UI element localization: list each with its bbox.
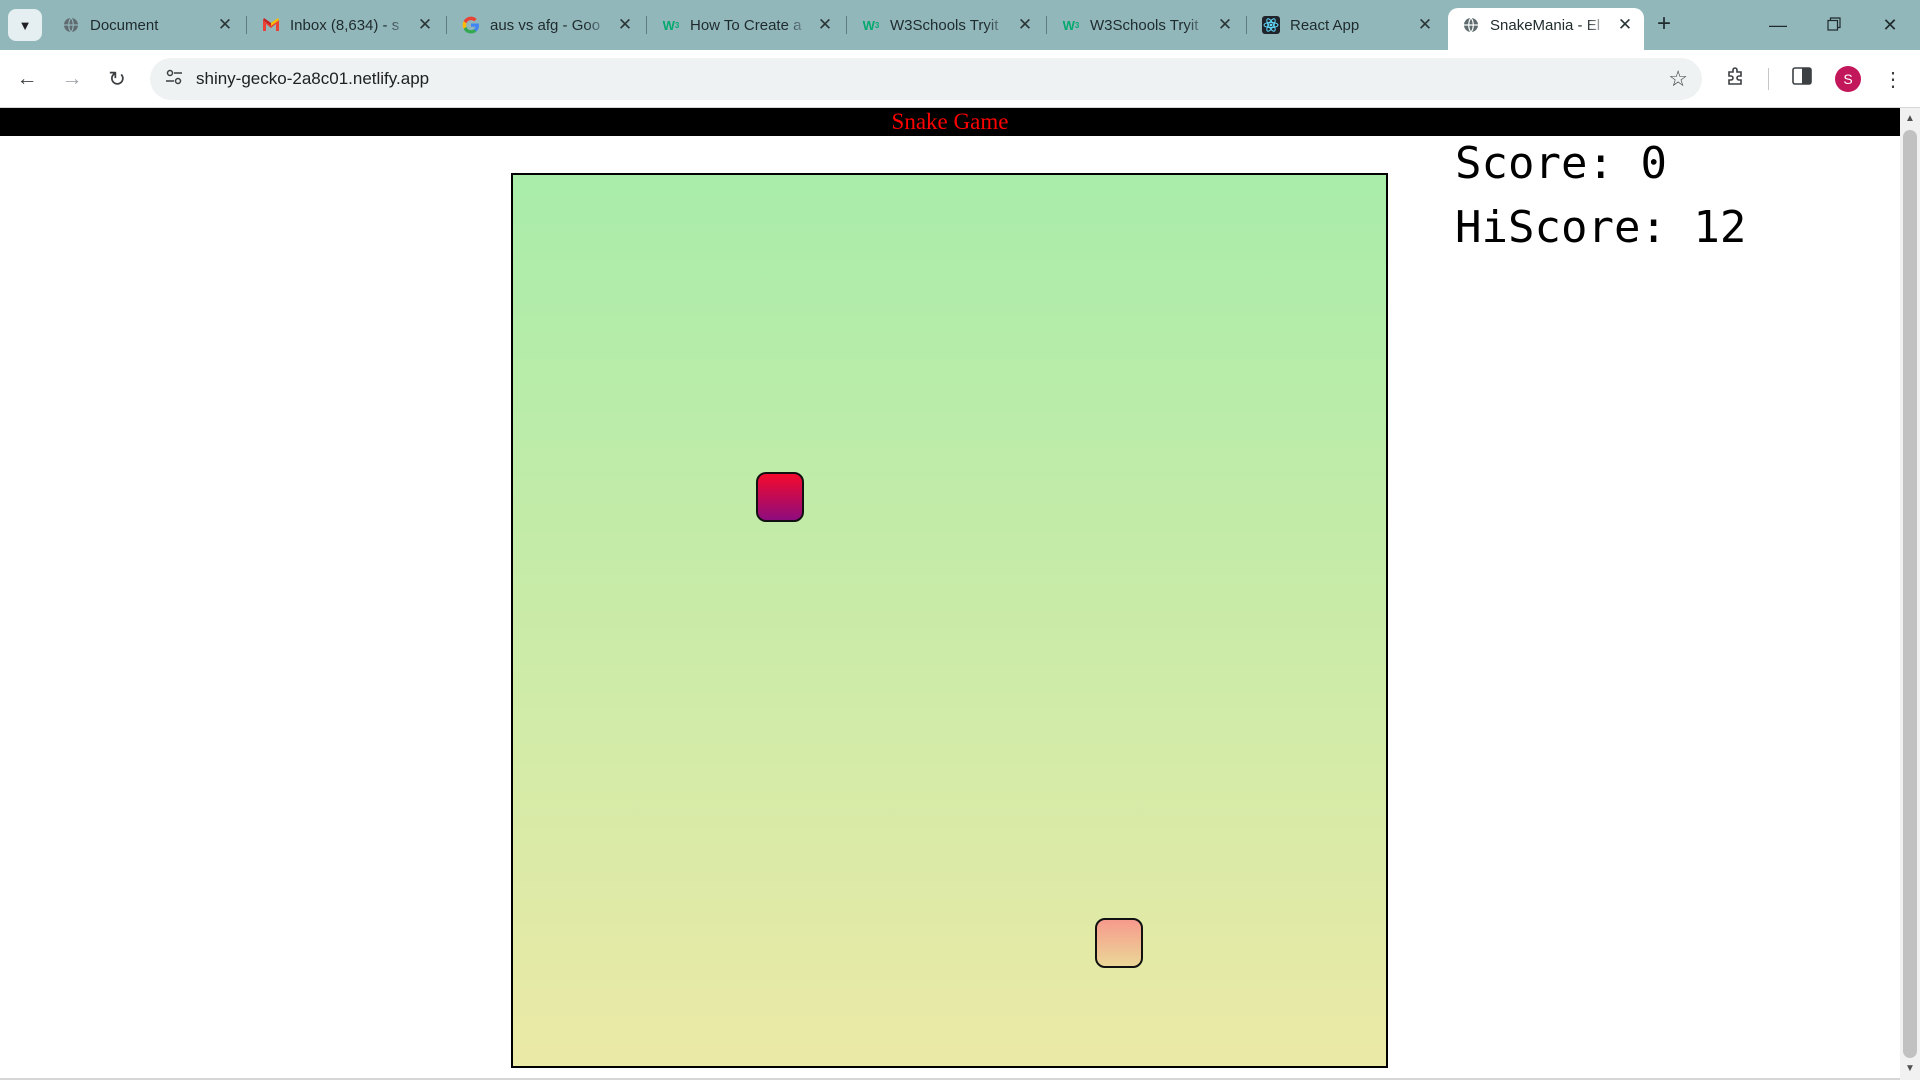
extensions-button[interactable] xyxy=(1720,63,1752,95)
page-title: Snake Game xyxy=(891,109,1009,134)
chevron-down-icon: ▼ xyxy=(18,17,32,33)
tab-w3schools-tryit-2[interactable]: W3 W3Schools Tryit ✕ xyxy=(1048,9,1244,41)
reload-button[interactable]: ↻ xyxy=(101,63,133,95)
game-board[interactable] xyxy=(511,173,1388,1068)
site-info-button[interactable] xyxy=(158,63,190,95)
hiscore-display: HiScore: 12 xyxy=(1455,196,1746,260)
back-button[interactable]: ← xyxy=(11,63,43,95)
food-item xyxy=(1095,918,1143,968)
score-label: Score: xyxy=(1455,138,1641,189)
arrow-right-icon: → xyxy=(61,67,83,90)
w3schools-icon: W3 xyxy=(862,17,880,33)
tab-google-search[interactable]: aus vs afg - Goo ✕ xyxy=(448,9,644,41)
tab-title: React App xyxy=(1290,16,1360,34)
browser-toolbar: ← → ↻ shiny-gecko-2a8c01.netlify.app ☆ ⋮ xyxy=(0,50,1920,108)
profile-avatar[interactable]: S xyxy=(1835,66,1861,92)
plus-icon: + xyxy=(1656,10,1671,37)
tune-icon xyxy=(165,69,183,89)
more-vertical-icon: ⋮ xyxy=(1883,68,1903,91)
tab-title: aus vs afg - Goo xyxy=(490,16,601,34)
google-icon xyxy=(462,16,480,34)
close-icon[interactable]: ✕ xyxy=(616,15,634,35)
w3schools-icon: W3 xyxy=(662,17,680,33)
tab-title: Inbox (8,634) - s xyxy=(290,16,400,34)
close-icon[interactable]: ✕ xyxy=(1216,15,1234,35)
react-icon xyxy=(1262,16,1280,34)
new-tab-button[interactable]: + xyxy=(1650,10,1678,38)
restore-button[interactable] xyxy=(1806,0,1862,50)
w3schools-icon: W3 xyxy=(1062,17,1080,33)
tab-title: SnakeMania - El xyxy=(1490,16,1601,34)
address-bar[interactable]: shiny-gecko-2a8c01.netlify.app ☆ xyxy=(150,58,1702,100)
score-panel: Score: 0 HiScore: 12 xyxy=(1455,132,1746,260)
tab-strip: ▼ Document ✕ Inbox (8,634) - s ✕ aus vs … xyxy=(0,0,1920,50)
close-icon[interactable]: ✕ xyxy=(1416,15,1434,35)
globe-icon xyxy=(62,16,80,34)
tab-gmail[interactable]: Inbox (8,634) - s ✕ xyxy=(248,9,444,41)
close-icon: ✕ xyxy=(1882,14,1898,35)
puzzle-icon xyxy=(1726,66,1746,92)
scrollbar-thumb[interactable] xyxy=(1903,130,1917,1058)
gmail-icon xyxy=(262,16,280,34)
tab-react-app[interactable]: React App ✕ xyxy=(1248,9,1444,41)
tab-separator xyxy=(1246,16,1247,34)
close-icon[interactable]: ✕ xyxy=(816,15,834,35)
tab-search-button[interactable]: ▼ xyxy=(8,9,42,41)
hiscore-label: HiScore: xyxy=(1455,202,1694,253)
page-viewport: Snake Game Score: 0 HiScore: 12 xyxy=(0,108,1900,1080)
close-icon[interactable]: ✕ xyxy=(216,15,234,35)
tab-snakemania[interactable]: SnakeMania - El ✕ xyxy=(1448,8,1644,50)
tab-separator xyxy=(446,16,447,34)
tab-separator xyxy=(246,16,247,34)
hiscore-value: 12 xyxy=(1693,202,1747,253)
reload-icon: ↻ xyxy=(108,67,126,91)
minimize-icon: — xyxy=(1769,14,1787,35)
tab-title: How To Create a xyxy=(690,16,802,34)
tab-title: W3Schools Tryit xyxy=(890,16,999,34)
tab-how-to-create[interactable]: W3 How To Create a ✕ xyxy=(648,9,844,41)
score-display: Score: 0 xyxy=(1455,132,1746,196)
bookmark-star-icon[interactable]: ☆ xyxy=(1668,66,1688,92)
close-icon[interactable]: ✕ xyxy=(1616,15,1634,35)
close-window-button[interactable]: ✕ xyxy=(1862,0,1918,50)
arrow-left-icon: ← xyxy=(16,67,38,90)
tab-separator xyxy=(1046,16,1047,34)
scroll-down-arrow-icon[interactable]: ▼ xyxy=(1900,1060,1920,1078)
tab-title: W3Schools Tryit xyxy=(1090,16,1199,34)
toolbar-divider xyxy=(1768,68,1769,90)
browser-menu-button[interactable]: ⋮ xyxy=(1877,63,1909,95)
restore-icon xyxy=(1827,15,1841,36)
tab-w3schools-tryit-1[interactable]: W3 W3Schools Tryit ✕ xyxy=(848,9,1044,41)
snake-head xyxy=(756,472,804,522)
scroll-up-arrow-icon[interactable]: ▲ xyxy=(1900,110,1920,128)
tab-separator xyxy=(646,16,647,34)
close-icon[interactable]: ✕ xyxy=(1016,15,1034,35)
vertical-scrollbar[interactable]: ▲ ▼ xyxy=(1900,108,1920,1080)
tab-document[interactable]: Document ✕ xyxy=(48,9,244,41)
minimize-button[interactable]: — xyxy=(1750,0,1806,50)
close-icon[interactable]: ✕ xyxy=(416,15,434,35)
tab-title: Document xyxy=(90,16,159,34)
side-panel-icon xyxy=(1792,67,1812,91)
score-value: 0 xyxy=(1640,138,1667,189)
forward-button[interactable]: → xyxy=(56,63,88,95)
globe-icon xyxy=(1462,16,1480,34)
url-text[interactable]: shiny-gecko-2a8c01.netlify.app xyxy=(196,69,429,89)
tab-separator xyxy=(846,16,847,34)
side-panel-button[interactable] xyxy=(1786,63,1818,95)
